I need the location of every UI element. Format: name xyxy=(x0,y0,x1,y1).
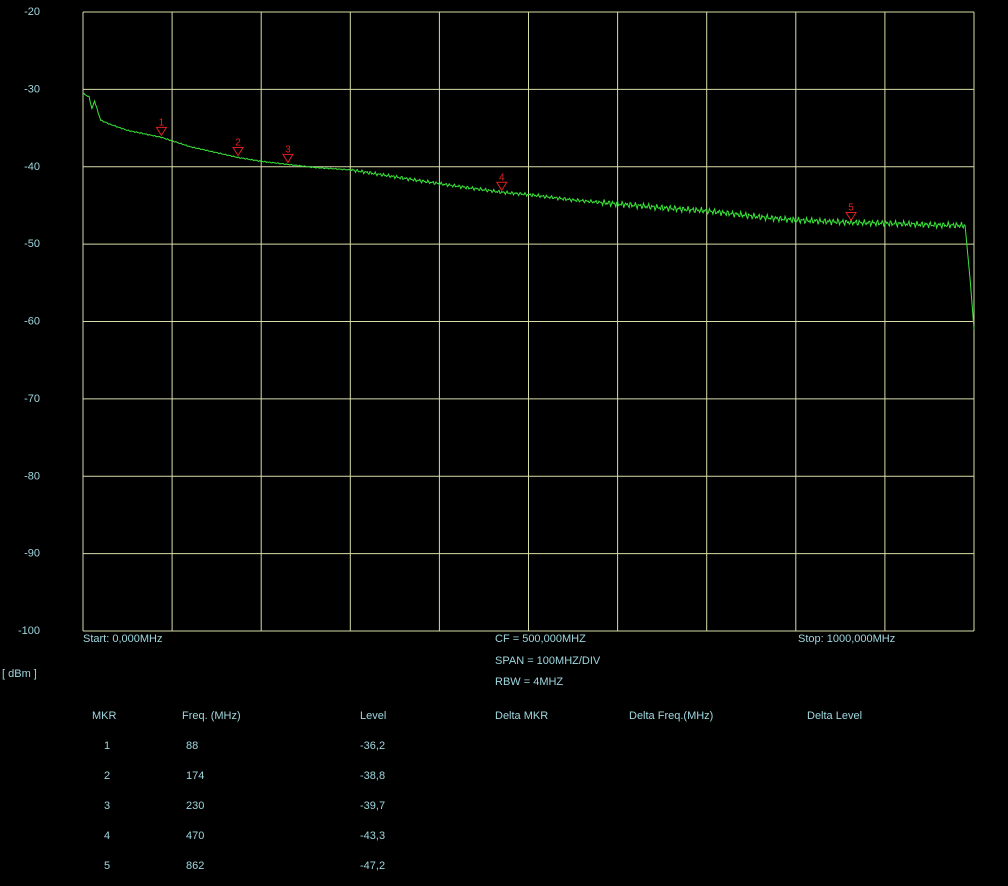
row2-mkr: 2 xyxy=(104,770,111,782)
marker-4-label: 4 xyxy=(499,172,505,183)
marker-1-triangle xyxy=(155,126,168,137)
y-tick-label: -30 xyxy=(24,83,40,95)
rbw-label: RBW = 4MHZ xyxy=(495,676,564,688)
header-mkr: MKR xyxy=(92,710,117,722)
row5-level: -47,2 xyxy=(360,860,386,872)
y-axis-ticks: -20 -30 -40 -50 -60 -70 -80 -90 -100 xyxy=(18,6,40,637)
marker-2-triangle xyxy=(232,146,244,157)
header-delta-mkr: Delta MKR xyxy=(495,710,549,722)
row4-level: -43,3 xyxy=(360,830,386,842)
y-tick-label: -40 xyxy=(24,161,40,173)
center-frequency-label: CF = 500,000MHZ xyxy=(495,633,586,645)
start-frequency-label: Start: 0,000MHz xyxy=(83,633,163,645)
spectrum-plot: -20 -30 -40 -50 -60 -70 -80 -90 -100 1 2 3 4 5 xyxy=(18,6,975,637)
marker-4-triangle xyxy=(495,181,508,192)
marker-5-label: 5 xyxy=(848,202,854,213)
marker-1-label: 1 xyxy=(159,117,165,128)
row1-freq: 88 xyxy=(186,740,199,752)
y-tick-label: -60 xyxy=(24,316,40,328)
y-tick-label: -90 xyxy=(24,548,40,560)
header-delta-freq: Delta Freq.(MHz) xyxy=(629,710,714,722)
row3-mkr: 3 xyxy=(104,800,111,812)
row4-freq: 470 xyxy=(186,830,205,842)
row1-level: -36,2 xyxy=(360,740,386,752)
y-tick-label: -80 xyxy=(24,470,40,482)
y-tick-label: -100 xyxy=(18,625,40,637)
row2-level: -38,8 xyxy=(360,770,386,782)
row2-freq: 174 xyxy=(186,770,205,782)
marker-3-label: 3 xyxy=(285,144,291,155)
stop-frequency-label: Stop: 1000,000MHz xyxy=(798,633,896,645)
y-unit-label: [ dBm ] xyxy=(2,668,37,680)
row3-level: -39,7 xyxy=(360,800,386,812)
span-label: SPAN = 100MHZ/DIV xyxy=(495,655,601,667)
row3-freq: 230 xyxy=(186,800,205,812)
header-level: Level xyxy=(360,710,387,722)
marker-3-triangle xyxy=(282,153,294,164)
row4-mkr: 4 xyxy=(104,830,111,842)
plot-grid xyxy=(82,11,975,632)
y-tick-label: -50 xyxy=(24,238,40,250)
marker-2-label: 2 xyxy=(235,137,241,148)
header-freq: Freq. (MHz) xyxy=(182,710,241,722)
y-tick-label: -20 xyxy=(24,6,40,18)
row5-freq: 862 xyxy=(186,860,205,872)
header-delta-level: Delta Level xyxy=(807,710,863,722)
y-tick-label: -70 xyxy=(24,393,40,405)
row1-mkr: 1 xyxy=(104,740,111,752)
row5-mkr: 5 xyxy=(104,860,111,872)
